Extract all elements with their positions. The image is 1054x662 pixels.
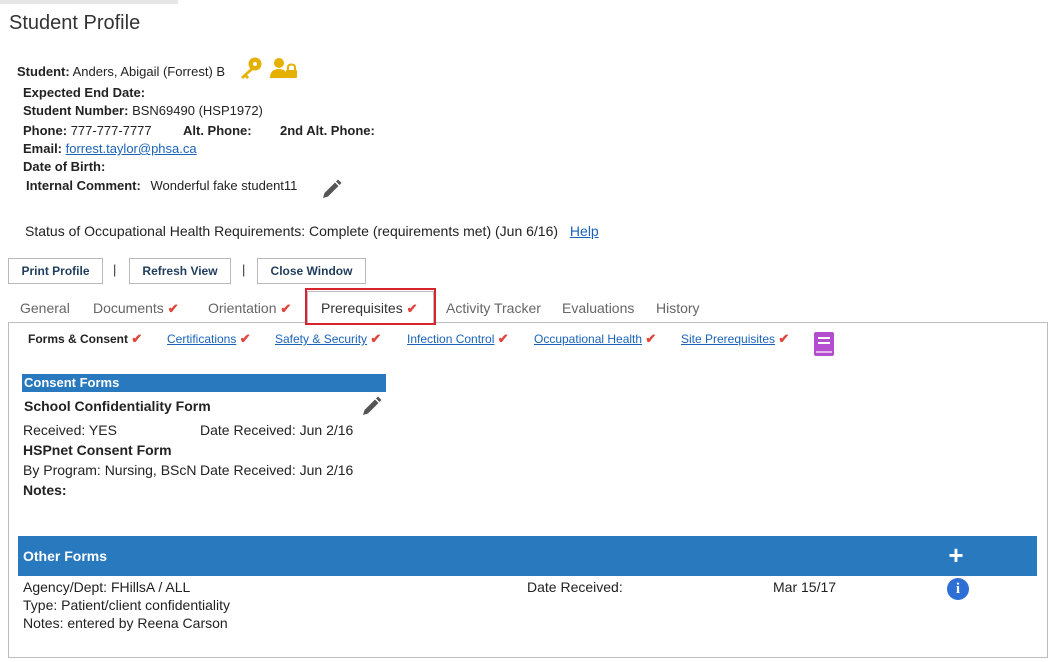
subtab-infection-link[interactable]: Infection Control [407, 332, 494, 346]
student-number-label: Student Number: [23, 103, 129, 118]
tab-orientation-label: Orientation [208, 300, 277, 316]
subtab-safety-security[interactable]: Safety & Security ✔ [275, 331, 381, 347]
subtab-occ-link[interactable]: Occupational Health [534, 332, 642, 346]
edit-comment-icon[interactable] [320, 179, 342, 201]
check-icon: ✔ [645, 331, 657, 346]
subtab-safety-link[interactable]: Safety & Security [275, 332, 367, 346]
check-icon: ✔ [280, 301, 292, 316]
key-icon[interactable] [238, 56, 264, 80]
tab-prerequisites[interactable]: Prerequisites ✔ [321, 300, 418, 317]
status-text: Status of Occupational Health Requiremen… [25, 223, 559, 239]
subtab-infection-control[interactable]: Infection Control ✔ [407, 331, 509, 347]
consent-notes-label: Notes: [23, 482, 67, 498]
edit-consent-icon[interactable] [360, 396, 382, 418]
refresh-view-button[interactable]: Refresh View [129, 258, 231, 284]
check-icon: ✔ [497, 331, 509, 346]
help-link[interactable]: Help [570, 223, 599, 239]
tab-evaluations[interactable]: Evaluations [562, 300, 634, 316]
other-date-label: Date Received: [527, 579, 623, 595]
subtab-forms-label: Forms & Consent [28, 332, 129, 346]
user-lock-icon[interactable] [270, 57, 298, 79]
toolbar-separator: | [242, 262, 246, 277]
tab-history-label: History [656, 300, 700, 316]
expected-end-label: Expected End Date: [23, 85, 146, 100]
add-form-icon[interactable]: + [946, 542, 966, 568]
student-name: Anders, Abigail (Forrest) B [72, 64, 226, 79]
top-bar [0, 0, 178, 4]
hspnet-date-received: Date Received: Jun 2/16 [200, 462, 354, 478]
other-notes-value: Notes: entered by Reena Carson [23, 615, 228, 631]
consent-forms-header: Consent Forms [22, 374, 386, 392]
subtab-certifications[interactable]: Certifications ✔ [167, 331, 251, 347]
info-icon[interactable]: i [947, 578, 969, 600]
check-icon: ✔ [239, 331, 251, 346]
alt-phone-label: Alt. Phone: [183, 123, 252, 138]
tab-documents[interactable]: Documents ✔ [93, 300, 179, 317]
email-link[interactable]: forrest.taylor@phsa.ca [66, 141, 197, 156]
subtab-site-prerequisites[interactable]: Site Prerequisites ✔ [681, 331, 789, 347]
form-type-value: Type: Patient/client confidentiality [23, 597, 231, 613]
email-line: Email: forrest.taylor@phsa.ca [23, 141, 197, 156]
alt2-phone-label: 2nd Alt. Phone: [280, 123, 375, 138]
check-icon: ✔ [370, 331, 382, 346]
dob-label: Date of Birth: [23, 159, 106, 174]
check-icon: ✔ [778, 331, 790, 346]
subtab-site-link[interactable]: Site Prerequisites [681, 332, 775, 346]
page-title: Student Profile [9, 12, 141, 34]
by-program-value: By Program: Nursing, BScN [23, 462, 197, 478]
phone-label: Phone: [23, 123, 68, 138]
school-form-title: School Confidentiality Form [24, 398, 211, 414]
tab-documents-label: Documents [93, 300, 164, 316]
check-icon: ✔ [167, 301, 179, 316]
status-line: Status of Occupational Health Requiremen… [25, 223, 599, 239]
school-date-received: Date Received: Jun 2/16 [200, 422, 354, 438]
agency-dept-value: Agency/Dept: FHillsA / ALL [23, 579, 191, 595]
student-number-value: BSN69490 (HSP1972) [132, 103, 263, 118]
tab-activity-tracker[interactable]: Activity Tracker [446, 300, 541, 316]
student-number-line: Student Number: BSN69490 (HSP1972) [23, 103, 263, 118]
received-value: Received: YES [23, 422, 117, 438]
subtab-certs-link[interactable]: Certifications [167, 332, 236, 346]
tab-activity-label: Activity Tracker [446, 300, 541, 316]
tab-general[interactable]: General [20, 300, 70, 316]
tab-general-label: General [20, 300, 70, 316]
check-icon: ✔ [406, 301, 418, 316]
comment-label: Internal Comment: [26, 178, 141, 193]
hspnet-form-title: HSPnet Consent Form [23, 442, 172, 458]
tab-history[interactable]: History [656, 300, 700, 316]
tab-evaluations-label: Evaluations [562, 300, 635, 316]
email-label: Email: [23, 141, 63, 156]
tab-orientation[interactable]: Orientation ✔ [208, 300, 291, 317]
other-forms-header: Other Forms [18, 536, 1037, 576]
student-line: Student: Anders, Abigail (Forrest) B [17, 64, 225, 79]
subtab-forms-consent[interactable]: Forms & Consent ✔ [28, 331, 142, 347]
student-label: Student: [17, 64, 70, 79]
phone-value: 777-777-7777 [70, 123, 152, 138]
close-window-button[interactable]: Close Window [257, 258, 366, 284]
tab-prerequisites-label: Prerequisites [321, 300, 403, 316]
toolbar-separator: | [113, 262, 117, 277]
comment-line: Internal Comment: Wonderful fake student… [26, 178, 297, 193]
print-profile-button[interactable]: Print Profile [8, 258, 103, 284]
comment-value: Wonderful fake student11 [150, 178, 298, 193]
book-icon[interactable] [814, 332, 834, 356]
subtab-occupational-health[interactable]: Occupational Health ✔ [534, 331, 656, 347]
other-date-value: Mar 15/17 [773, 579, 837, 595]
phone-line: Phone: 777-777-7777 [23, 123, 152, 138]
check-icon: ✔ [131, 331, 143, 346]
